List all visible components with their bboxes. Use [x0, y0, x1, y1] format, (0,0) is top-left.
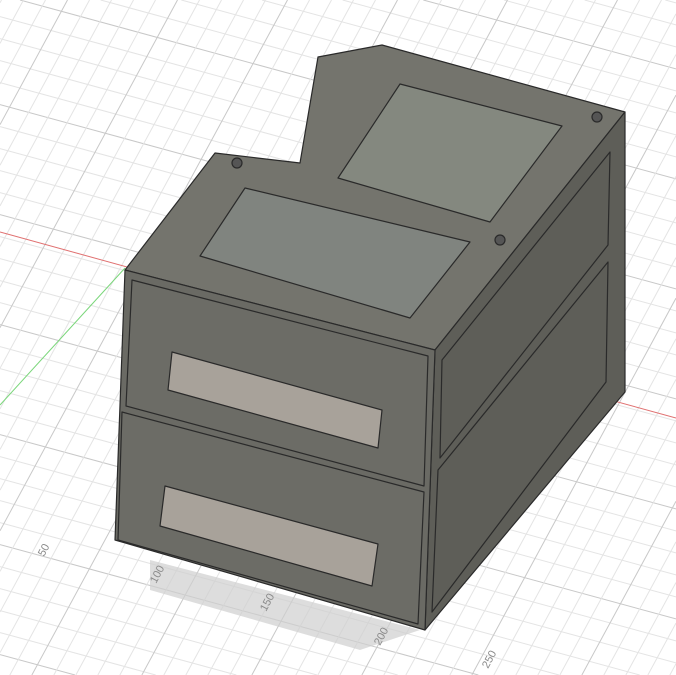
grid-line [665, 0, 676, 4]
grid-line [669, 663, 676, 675]
grid-line [0, 0, 2, 4]
mount-hole [231, 157, 243, 169]
grid-line [0, 0, 156, 288]
grid-line [603, 541, 676, 675]
drawer-cabinet-model[interactable] [114, 44, 626, 631]
grid-line [0, 0, 68, 125]
grid-line [0, 610, 237, 675]
grid-line [0, 0, 134, 247]
grid-line [0, 0, 90, 166]
grid-line [0, 0, 112, 207]
mount-hole [494, 234, 506, 246]
mount-hole [591, 111, 603, 123]
grid-line [0, 632, 156, 675]
grid-label: 250 [480, 649, 499, 671]
y-axis-line [0, 267, 126, 406]
grid-line [423, 0, 676, 70]
grid-line [584, 0, 676, 26]
viewport-canvas[interactable]: 50 100 150 200 250 [0, 0, 676, 675]
cad-viewport[interactable]: 50 100 150 200 250 [0, 0, 676, 675]
grid-line [647, 622, 676, 675]
grid-label: 50 [36, 542, 52, 558]
